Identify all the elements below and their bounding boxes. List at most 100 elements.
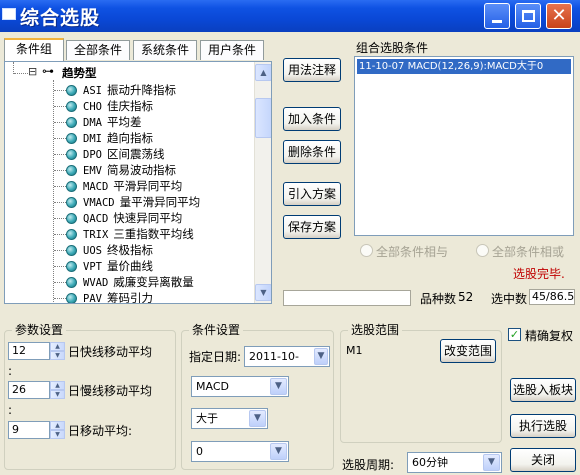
indicator-gem-icon — [66, 245, 77, 256]
close-window-button[interactable]: ✕ — [546, 3, 572, 29]
add-condition-button[interactable]: 加入条件 — [283, 107, 341, 131]
indicator-code: UOS — [83, 245, 102, 257]
scroll-thumb[interactable] — [255, 98, 271, 138]
ma-days-input[interactable]: 9 — [8, 421, 50, 439]
tree-group-trend[interactable]: 趋势型 — [62, 65, 97, 81]
tree-line — [54, 234, 66, 235]
tree-line — [54, 266, 66, 267]
operator-value: 大于 — [196, 412, 218, 425]
tab-system-conditions[interactable]: 系统条件 — [133, 40, 197, 60]
tree-item-qacd[interactable]: QACD 快速异同平均 — [83, 210, 182, 226]
indicator-gem-icon — [66, 165, 77, 176]
done-status: 选股完毕. — [513, 267, 565, 281]
indicator-name: 威廉变异离散量 — [113, 275, 194, 289]
scroll-down-button[interactable]: ▼ — [255, 284, 271, 301]
tree-line — [54, 106, 66, 107]
progress-bar — [283, 290, 411, 306]
fast-ma-input[interactable]: 12 — [8, 342, 50, 360]
operator-select[interactable]: 大于 ▼ — [191, 408, 268, 429]
all-and-radio[interactable] — [360, 244, 373, 257]
indicator-value: MACD — [196, 380, 229, 393]
key-icon: ⊶ — [42, 64, 54, 78]
title-bar[interactable]: 综合选股 ✕ — [0, 0, 580, 32]
combo-conditions-list[interactable]: 11-10-07 MACD(12,26,9):MACD大于0 — [354, 56, 574, 236]
indicator-code: EMV — [83, 165, 102, 177]
accurate-restore-checkbox[interactable]: ✓ — [508, 328, 521, 341]
fast-ma-stepper[interactable]: ▲ ▼ — [50, 342, 65, 360]
indicator-name: 终极指标 — [106, 243, 153, 257]
indicator-name: 佳庆指标 — [106, 99, 153, 113]
combo-condition-item[interactable]: 11-10-07 MACD(12,26,9):MACD大于0 — [357, 59, 571, 74]
tree-line — [54, 122, 66, 123]
tree-item-dmi[interactable]: DMI 趋向指标 — [83, 130, 153, 146]
period-value: 60分钟 — [412, 456, 448, 469]
tree-item-macd[interactable]: MACD 平滑异同平均 — [83, 178, 182, 194]
selected-label: 选中数 — [491, 292, 528, 306]
separator-colon: : — [8, 364, 13, 378]
minimize-button[interactable] — [484, 3, 510, 29]
params-title: 参数设置 — [12, 321, 67, 338]
indicator-gem-icon — [66, 85, 77, 96]
tree-item-uos[interactable]: UOS 终极指标 — [83, 242, 153, 258]
tree-item-cho[interactable]: CHO 佳庆指标 — [83, 98, 153, 114]
change-range-button[interactable]: 改变范围 — [440, 339, 496, 363]
indicator-gem-icon — [66, 293, 77, 303]
variety-count: 52 — [458, 290, 474, 304]
variety-label: 品种数 — [420, 292, 457, 306]
scroll-up-button[interactable]: ▲ — [255, 64, 271, 81]
date-picker[interactable]: 2011-10- ▼ — [244, 346, 330, 367]
indicator-gem-icon — [66, 261, 77, 272]
chevron-down-icon[interactable]: ▼ — [249, 410, 266, 427]
tree-item-vpt[interactable]: VPT 量价曲线 — [83, 258, 153, 274]
period-select[interactable]: 60分钟 ▼ — [407, 452, 502, 473]
slow-ma-input[interactable]: 26 — [8, 381, 50, 399]
chevron-down-icon[interactable]: ▼ — [314, 348, 328, 365]
indicator-name: 平均差 — [106, 115, 142, 129]
tree-item-trix[interactable]: TRIX 三重指数平均线 — [83, 226, 194, 242]
tree-item-vmacd[interactable]: VMACD 量平滑异同平均 — [83, 194, 200, 210]
tree-line — [54, 138, 66, 139]
indicator-gem-icon — [66, 277, 77, 288]
execute-selection-button[interactable]: 执行选股 — [510, 414, 576, 438]
tree-item-wvad[interactable]: WVAD 威廉变异离散量 — [83, 274, 194, 290]
tree-item-asi[interactable]: ASI 振动升降指标 — [83, 82, 176, 98]
maximize-button[interactable] — [515, 3, 541, 29]
indicator-code: CHO — [83, 101, 102, 113]
indicator-name: 筹码引力 — [106, 291, 153, 304]
indicator-name: 三重指数平均线 — [113, 227, 194, 241]
collapse-toggle-icon[interactable]: ⊟ — [28, 65, 37, 78]
usage-note-button[interactable]: 用法注释 — [283, 58, 341, 82]
import-scheme-button[interactable]: 引入方案 — [283, 182, 341, 206]
tree-item-dpo[interactable]: DPO 区间震荡线 — [83, 146, 164, 162]
indicator-name: 区间震荡线 — [106, 147, 165, 161]
indicator-gem-icon — [66, 133, 77, 144]
delete-condition-button[interactable]: 删除条件 — [283, 140, 341, 164]
tab-condition-group[interactable]: 条件组 — [4, 38, 64, 61]
minimize-icon — [492, 20, 502, 23]
tree-item-pav[interactable]: PAV 筹码引力 — [83, 290, 153, 304]
tab-all-conditions[interactable]: 全部条件 — [66, 40, 130, 60]
tree-scrollbar[interactable]: ▲ ▼ — [254, 62, 271, 303]
indicator-select[interactable]: MACD ▼ — [191, 376, 289, 397]
indicator-name: 振动升降指标 — [106, 83, 176, 97]
chevron-down-icon[interactable]: ▼ — [270, 443, 287, 460]
date-value: 2011-10- — [249, 350, 299, 363]
add-to-block-button[interactable]: 选股入板块 — [510, 378, 576, 402]
chevron-down-icon[interactable]: ▼ — [483, 454, 500, 471]
save-scheme-button[interactable]: 保存方案 — [283, 215, 341, 239]
slow-ma-stepper[interactable]: ▲ ▼ — [50, 381, 65, 399]
tree-line — [54, 186, 66, 187]
tree-line — [54, 298, 66, 299]
chevron-down-icon[interactable]: ▼ — [270, 378, 287, 395]
value-select[interactable]: 0 ▼ — [191, 441, 289, 462]
tree-item-dma[interactable]: DMA 平均差 — [83, 114, 141, 130]
ma-days-stepper[interactable]: ▲ ▼ — [50, 421, 65, 439]
tree-line — [54, 202, 66, 203]
close-button[interactable]: 关闭 — [510, 448, 576, 472]
tree-item-emv[interactable]: EMV 简易波动指标 — [83, 162, 176, 178]
indicator-gem-icon — [66, 229, 77, 240]
all-or-radio[interactable] — [476, 244, 489, 257]
indicator-tree[interactable]: ⊟ ⊶ 趋势型 ASI 振动升降指标 CHO 佳庆指标 DMA 平均差 DMI 趋向指标 DPO… — [4, 61, 272, 304]
accurate-restore-label: 精确复权 — [525, 329, 574, 343]
tab-user-conditions[interactable]: 用户条件 — [200, 40, 264, 60]
